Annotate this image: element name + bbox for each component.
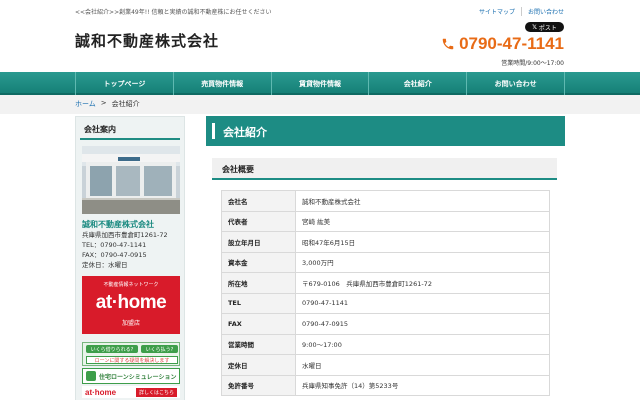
loan-banner[interactable]: いくら借りられる? いくら払う? ローンに関する疑問を解決します xyxy=(82,342,180,366)
x-post-button[interactable]: 𝕏 ポスト xyxy=(525,22,564,32)
row-value: 0790-47-1141 xyxy=(295,292,550,314)
sitemap-link[interactable]: サイトマップ xyxy=(479,7,522,16)
table-row: 定休日 水曜日 xyxy=(221,354,550,376)
athome-small-banner[interactable]: at·home 詳しくはこちら xyxy=(82,386,180,398)
main-nav: トップページ 売買物件情報 賃貸物件情報 会社紹介 お問い合わせ xyxy=(0,72,640,95)
sidebar-address: 兵庫県加西市豊倉町1261-72 xyxy=(82,231,168,239)
business-hours: 営業時間/9:00〜17:00 xyxy=(501,60,564,67)
athome-banner-bottom: 加盟店 xyxy=(121,320,140,327)
row-label: 会社名 xyxy=(221,190,296,212)
sidebar-tel: TEL：0790-47-1141 xyxy=(82,241,147,249)
phone-number[interactable]: 0790-47-1141 xyxy=(441,34,564,54)
phone-icon xyxy=(442,38,454,50)
row-value: 水曜日 xyxy=(295,354,550,376)
nav-item-top[interactable]: トップページ xyxy=(75,72,173,95)
row-value: 兵庫県知事免許（14）第5233号 xyxy=(295,374,550,396)
table-row: FAX 0790-47-0915 xyxy=(221,313,550,335)
office-photo xyxy=(82,146,180,214)
table-row: 免許番号 兵庫県知事免許（14）第5233号 xyxy=(221,374,550,396)
row-label: 資本金 xyxy=(221,251,296,273)
breadcrumb-bar: ホーム > 会社紹介 xyxy=(0,95,640,114)
nav-item-contact[interactable]: お問い合わせ xyxy=(466,72,565,95)
site-logo[interactable]: 誠和不動産株式会社 xyxy=(75,30,219,51)
page-title-bar: 会社紹介 xyxy=(206,116,565,146)
x-icon: 𝕏 xyxy=(532,23,537,31)
sidebar-title: 会社案内 xyxy=(80,121,180,140)
row-value: 9:00〜17:00 xyxy=(295,333,550,355)
tagline: <<会社紹介>>創業49年!! 信頼と実績の誠和不動産株にお任せください xyxy=(75,9,272,16)
athome-details-link[interactable]: 詳しくはこちら xyxy=(135,387,177,397)
loan-tag-pay: いくら払う? xyxy=(141,345,178,353)
calculator-icon xyxy=(86,371,96,381)
row-value: 0790-47-0915 xyxy=(295,313,550,335)
row-label: 定休日 xyxy=(221,354,296,376)
breadcrumb-separator: > xyxy=(100,99,107,107)
top-links: サイトマップ お問い合わせ xyxy=(479,7,564,16)
section-title: 会社概要 xyxy=(222,165,254,174)
athome-banner-top: 不動産情報ネットワーク xyxy=(103,282,159,288)
row-value: 誠和不動産株式会社 xyxy=(295,190,550,212)
athome-banner[interactable]: 不動産情報ネットワーク at·home 加盟店 xyxy=(82,276,180,334)
row-value: 宮崎 紘美 xyxy=(295,210,550,232)
row-label: 代表者 xyxy=(221,210,296,232)
table-row: 代表者 宮崎 紘美 xyxy=(221,210,550,232)
table-row: 営業時間 9:00〜17:00 xyxy=(221,333,550,355)
row-label: 所在地 xyxy=(221,272,296,294)
loan-sub: ローンに関する疑問を解決します xyxy=(86,356,178,364)
office-photo-image xyxy=(82,146,180,214)
row-label: FAX xyxy=(221,313,296,335)
table-row: TEL 0790-47-1141 xyxy=(221,292,550,314)
row-label: 設立年月日 xyxy=(221,231,296,253)
sidebar: 会社案内 誠和不動産株式会社 兵庫県加西市豊倉町1261-72 TEL：0790… xyxy=(75,116,185,400)
phone-text: 0790-47-1141 xyxy=(459,34,564,53)
sidebar-holiday: 定休日：水曜日 xyxy=(82,261,128,269)
nav-item-rent[interactable]: 賃貸物件情報 xyxy=(270,72,369,95)
row-label: 免許番号 xyxy=(221,374,296,396)
post-label: ポスト xyxy=(538,24,557,32)
table-row: 会社名 誠和不動産株式会社 xyxy=(221,190,550,212)
company-info-table: 会社名 誠和不動産株式会社 代表者 宮崎 紘美 設立年月日 昭和47年6月15日 資本… xyxy=(221,190,550,396)
row-value: 昭和47年6月15日 xyxy=(295,231,550,253)
sidebar-company-name: 誠和不動産株式会社 xyxy=(82,220,154,229)
breadcrumb: ホーム > 会社紹介 xyxy=(75,99,140,109)
athome-logo: at·home xyxy=(95,292,167,313)
loan-tag-borrow: いくら借りられる? xyxy=(86,345,138,353)
breadcrumb-home[interactable]: ホーム xyxy=(75,99,96,109)
row-value: 〒679-0106 兵庫県加西市豊倉町1261-72 xyxy=(295,272,550,294)
table-row: 資本金 3,000万円 xyxy=(221,251,550,273)
title-accent-bar xyxy=(212,123,215,139)
nav-item-company[interactable]: 会社紹介 xyxy=(368,72,466,95)
row-label: 営業時間 xyxy=(221,333,296,355)
row-label: TEL xyxy=(221,292,296,314)
table-row: 所在地 〒679-0106 兵庫県加西市豊倉町1261-72 xyxy=(221,272,550,294)
loan-simulation-banner[interactable]: 住宅ローンシミュレーション xyxy=(82,368,180,384)
contact-link[interactable]: お問い合わせ xyxy=(528,7,564,16)
section-heading: 会社概要 xyxy=(212,158,557,180)
nav-item-sale[interactable]: 売買物件情報 xyxy=(172,72,271,95)
athome-small-logo: at·home xyxy=(85,387,117,397)
loan-simulation-label: 住宅ローンシミュレーション xyxy=(99,373,177,381)
page-title: 会社紹介 xyxy=(223,126,267,139)
breadcrumb-current: 会社紹介 xyxy=(111,100,140,108)
row-value: 3,000万円 xyxy=(295,251,550,273)
table-row: 設立年月日 昭和47年6月15日 xyxy=(221,231,550,253)
sidebar-fax: FAX：0790-47-0915 xyxy=(82,251,147,259)
